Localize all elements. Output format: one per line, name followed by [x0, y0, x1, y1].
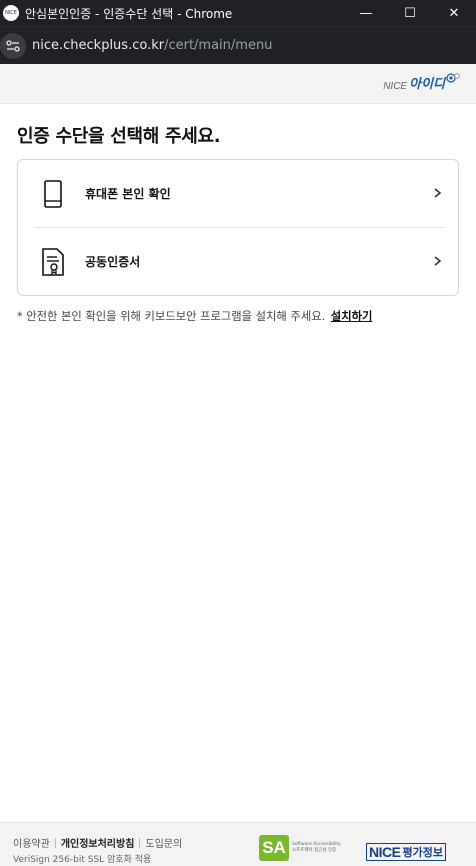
option-joint-certificate[interactable]: 공동인증서 [18, 228, 458, 295]
option-mobile-verification[interactable]: 휴대폰 본인 확인 [18, 160, 458, 227]
keyboard-security-notice: * 안전한 본인 확인을 위해 키보드보안 프로그램을 설치해 주세요. 설치하… [17, 308, 372, 324]
footer-separator [54, 837, 56, 848]
minimize-button[interactable]: — [344, 0, 388, 26]
nice-id-logo: NICE 아이디 [383, 72, 460, 92]
maximize-button[interactable]: ☐ [388, 0, 432, 26]
footer-links: 이용약관 개인정보처리방침 도입문의 [13, 835, 182, 850]
url-host: nice.checkplus.co.kr [32, 38, 165, 53]
chevron-right-icon [434, 188, 442, 198]
footer-separator [139, 837, 141, 848]
option-label: 공동인증서 [85, 255, 141, 269]
certificate-icon [41, 246, 65, 278]
window-titlebar: NICE 안심본인인증 - 인증수단 선택 - Chrome — ☐ ✕ [0, 0, 476, 26]
sa-mark: SA [259, 835, 289, 861]
close-button[interactable]: ✕ [432, 0, 476, 26]
app-icon: NICE [3, 5, 19, 21]
privacy-policy-link[interactable]: 개인정보처리방침 [61, 835, 135, 850]
mobile-phone-icon [41, 178, 65, 210]
option-label: 휴대폰 본인 확인 [85, 187, 171, 201]
nice-rating-logo: NICE 평가정보 [366, 843, 446, 861]
page-title: 인증 수단을 선택해 주세요. [17, 126, 221, 147]
sa-line2: 소프트웨어 접근성 인증 [292, 848, 337, 853]
logo-eye-icon [446, 73, 460, 83]
terms-link[interactable]: 이용약관 [13, 835, 50, 850]
window-controls: — ☐ ✕ [344, 0, 476, 26]
site-settings-icon[interactable] [0, 32, 26, 59]
nice-logo-text: NICE [369, 844, 401, 860]
address-bar[interactable]: nice.checkplus.co.kr/cert/main/menu [0, 26, 476, 64]
window-title: 안심본인인증 - 인증수단 선택 - Chrome [25, 6, 233, 21]
url-path: /cert/main/menu [164, 38, 273, 53]
logo-id-text: 아이디 [409, 76, 445, 91]
chevron-right-icon [434, 256, 442, 266]
ssl-notice: VeriSign 256-bit SSL 암호화 적용 [13, 855, 152, 865]
nice-logo-kr-text: 평가정보 [402, 846, 443, 859]
logo-nice-text: NICE [383, 81, 408, 92]
auth-method-card: 휴대폰 본인 확인 공동인증서 [17, 159, 459, 296]
inquiry-link[interactable]: 도입문의 [145, 835, 182, 850]
page-footer: 이용약관 개인정보처리방침 도입문의 VeriSign 256-bit SSL … [0, 822, 476, 866]
software-accessibility-logo: SA Software Accessibility 소프트웨어 접근성 인증 [259, 835, 341, 861]
install-link[interactable]: 설치하기 [331, 310, 373, 323]
notice-text: * 안전한 본인 확인을 위해 키보드보안 프로그램을 설치해 주세요. [17, 310, 326, 323]
sa-text: Software Accessibility 소프트웨어 접근성 인증 [292, 842, 341, 854]
url-text[interactable]: nice.checkplus.co.kr/cert/main/menu [32, 38, 272, 53]
page-header: NICE 아이디 [0, 64, 476, 104]
